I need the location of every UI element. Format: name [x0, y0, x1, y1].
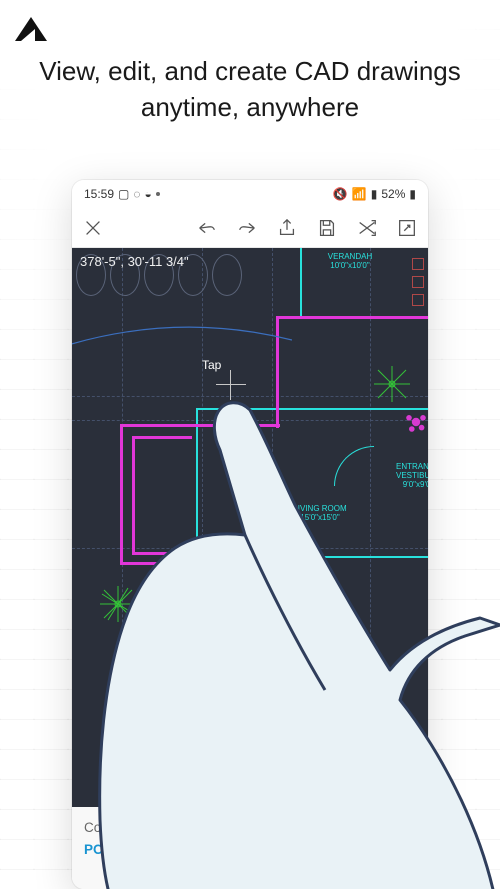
command-value: _PLINE — [154, 820, 201, 835]
save-icon — [316, 217, 338, 239]
fullscreen-button[interactable] — [396, 217, 418, 239]
close-icon — [82, 217, 104, 239]
android-statusbar: 15:59 ▢ ◌ ◒ 🔇 📶 ▮ 52% ▮ — [72, 180, 428, 208]
close-button[interactable] — [82, 217, 104, 239]
measure-button[interactable] — [356, 217, 378, 239]
statusbar-app-icon: ◒ — [145, 187, 152, 201]
headline-text: View, edit, and create CAD drawings anyt… — [0, 53, 500, 125]
wall-magenta — [132, 552, 192, 555]
wall-magenta — [132, 436, 192, 439]
room-label-verandah: VERANDAH 10'0"x10'0" — [320, 252, 380, 270]
mute-icon: 🔇 — [333, 187, 348, 201]
plant-icon — [402, 408, 428, 436]
cursor-coordinates: 378'-5", 30'-11 3/4" — [80, 254, 189, 269]
fullscreen-icon — [396, 217, 418, 239]
wall-cyan — [196, 556, 428, 558]
plant-icon — [98, 584, 138, 624]
battery-text: 52% — [381, 187, 405, 201]
wall-cyan — [196, 408, 198, 558]
plant-icon — [180, 586, 220, 626]
shuffle-icon — [356, 217, 378, 239]
wall-cyan — [196, 408, 428, 410]
gridline — [72, 420, 428, 421]
layer-toggle[interactable] — [412, 276, 424, 288]
wall-magenta — [120, 424, 280, 427]
share-icon — [276, 217, 298, 239]
room-label-vestibule: ENTRANCE VESTIBULE 9'0"x9'0" — [388, 462, 428, 489]
layer-toggle[interactable] — [412, 294, 424, 306]
plant-icon — [138, 592, 178, 632]
command-label: Command: — [84, 820, 150, 835]
wifi-icon: 📶 — [352, 187, 367, 201]
arc-cyan — [72, 310, 292, 370]
tree-outline — [212, 254, 242, 296]
share-button[interactable] — [276, 217, 298, 239]
redo-icon — [236, 217, 258, 239]
wall-magenta — [120, 562, 210, 565]
statusbar-sync-icon: ◌ — [133, 187, 140, 201]
statusbar-more-dot — [156, 192, 160, 196]
undo-icon — [196, 217, 218, 239]
statusbar-time: 15:59 — [84, 187, 114, 201]
gridline — [370, 248, 371, 808]
redo-button[interactable] — [236, 217, 258, 239]
autocad-logo-icon — [11, 11, 51, 51]
app-store-screenshot: View, edit, and create CAD drawings anyt… — [0, 0, 500, 889]
signal-icon: ▮ — [371, 187, 378, 201]
wall-magenta — [120, 424, 123, 564]
save-button[interactable] — [316, 217, 338, 239]
door-arc — [334, 446, 374, 486]
undo-button[interactable] — [196, 217, 218, 239]
command-prompt: Specify start po — [154, 842, 247, 857]
plant-icon — [372, 364, 412, 404]
command-bar[interactable]: Command: _PLINE POLYLINE Specify start p… — [72, 807, 428, 889]
command-keyword: POLYLINE — [84, 842, 150, 857]
autocad-app-icon — [0, 0, 61, 61]
wall-magenta — [132, 436, 135, 554]
phone-mock: 15:59 ▢ ◌ ◒ 🔇 📶 ▮ 52% ▮ — [72, 180, 428, 889]
wall-cyan — [300, 248, 302, 318]
room-label-living: LIVING ROOM 15'0"x15'0" — [280, 504, 360, 522]
statusbar-image-icon: ▢ — [118, 187, 129, 201]
crosshair-cursor — [216, 370, 246, 400]
wall-magenta — [276, 316, 428, 319]
cad-toolbar — [72, 208, 428, 248]
cad-canvas[interactable]: VERANDAH 10'0"x10'0" LIVING ROOM 15'0"x1… — [72, 248, 428, 808]
layer-toggle[interactable] — [412, 258, 424, 270]
gridline — [72, 548, 428, 549]
battery-icon: ▮ — [409, 187, 416, 201]
